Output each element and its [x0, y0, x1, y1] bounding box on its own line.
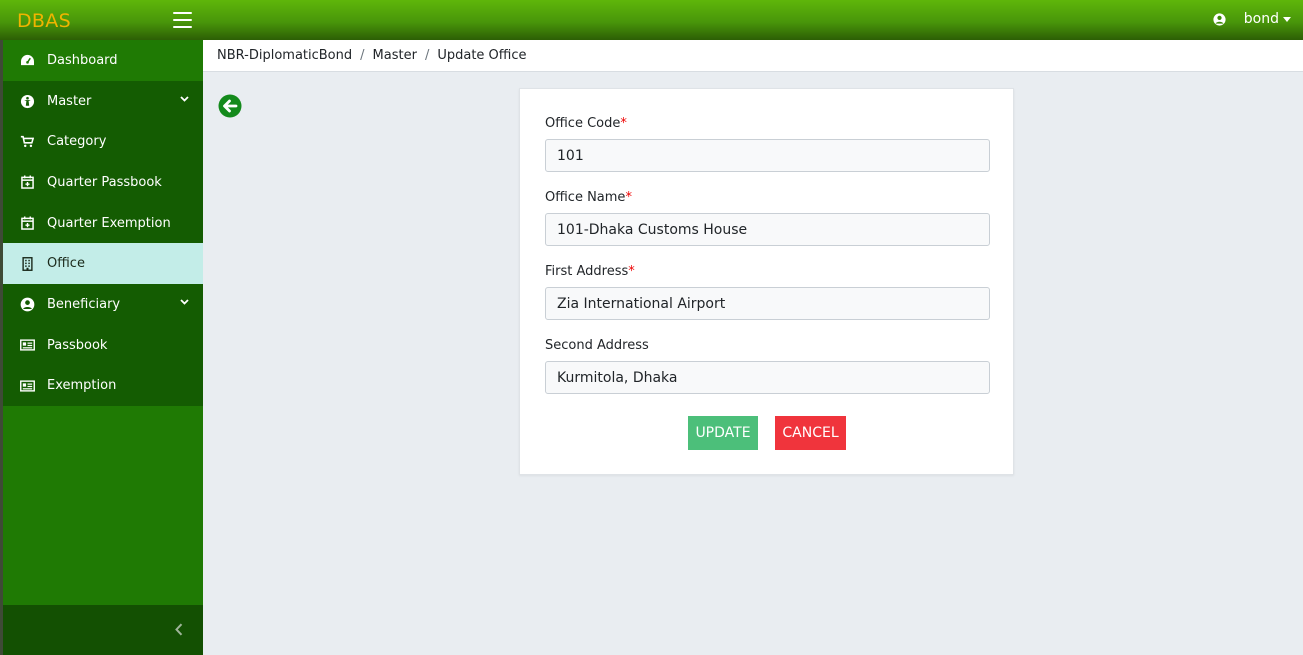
- cancel-button[interactable]: CANCEL: [775, 416, 846, 450]
- dashboard-icon: [19, 52, 35, 68]
- sidebar-item-label: Master: [47, 93, 92, 109]
- calendar-plus-icon: [19, 215, 35, 231]
- chevron-down-icon: [180, 299, 189, 305]
- sidebar-collapse-bar: [3, 605, 203, 655]
- sidebar-item-label: Quarter Exemption: [47, 215, 171, 231]
- breadcrumb-separator: /: [360, 48, 365, 63]
- second-address-input[interactable]: [545, 361, 990, 394]
- office-code-label: Office Code*: [545, 116, 627, 131]
- breadcrumb-master[interactable]: Master: [373, 48, 417, 63]
- update-button[interactable]: UPDATE: [688, 416, 758, 450]
- sidebar-item-label: Passbook: [47, 337, 108, 353]
- office-code-group: Office Code*: [545, 116, 990, 172]
- top-navbar: DBAS bond: [0, 0, 1303, 40]
- sidebar-item-quarter-exemption[interactable]: Quarter Exemption: [3, 203, 203, 244]
- office-name-group: Office Name*: [545, 190, 990, 246]
- sidebar-item-beneficiary[interactable]: Beneficiary: [3, 284, 203, 325]
- sidebar-item-dashboard[interactable]: Dashboard: [3, 40, 203, 81]
- sidebar-item-passbook[interactable]: Passbook: [3, 325, 203, 366]
- sidebar-item-category[interactable]: Category: [3, 121, 203, 162]
- sidebar-item-master[interactable]: Master: [3, 81, 203, 122]
- breadcrumb-current: Update Office: [437, 48, 527, 63]
- first-address-input[interactable]: [545, 287, 990, 320]
- back-arrow-icon[interactable]: [218, 94, 242, 118]
- calendar-plus-icon: [19, 174, 35, 190]
- caret-down-icon: [1283, 16, 1291, 22]
- first-address-label: First Address*: [545, 264, 635, 279]
- office-code-input[interactable]: [545, 139, 990, 172]
- user-circle-icon: [1213, 12, 1226, 26]
- update-office-form: Office Code* Office Name* First Address*…: [519, 88, 1014, 475]
- sidebar-item-exemption[interactable]: Exemption: [3, 366, 203, 407]
- breadcrumb-separator: /: [424, 48, 430, 63]
- hamburger-menu-icon[interactable]: [173, 12, 192, 28]
- brand-logo-text[interactable]: DBAS: [17, 10, 71, 32]
- id-card-icon: [19, 378, 35, 394]
- user-circle-icon: [19, 296, 35, 312]
- user-name: bond: [1243, 11, 1279, 27]
- sidebar-menu: Dashboard Master Category Quarter Passbo…: [3, 40, 203, 407]
- master-icon: [19, 93, 35, 109]
- sidebar-item-label: Exemption: [47, 378, 117, 394]
- sidebar-item-label: Dashboard: [47, 52, 118, 68]
- breadcrumb: NBR-DiplomaticBond / Master / Update Off…: [203, 40, 1303, 72]
- sidebar-item-label: Office: [47, 256, 85, 272]
- second-address-label: Second Address: [545, 338, 649, 353]
- breadcrumb-root[interactable]: NBR-DiplomaticBond: [217, 48, 352, 63]
- sidebar-item-label: Beneficiary: [47, 296, 121, 312]
- chevron-down-icon: [180, 96, 189, 102]
- sidebar-item-quarter-passbook[interactable]: Quarter Passbook: [3, 162, 203, 203]
- sidebar-item-label: Quarter Passbook: [47, 174, 162, 190]
- cart-icon: [19, 134, 35, 150]
- sidebar-item-office[interactable]: Office: [3, 243, 203, 285]
- building-icon: [19, 256, 35, 272]
- second-address-group: Second Address: [545, 338, 990, 394]
- id-card-icon: [19, 337, 35, 353]
- chevron-left-icon[interactable]: [175, 623, 183, 636]
- first-address-group: First Address*: [545, 264, 990, 320]
- user-menu[interactable]: bond: [1213, 11, 1291, 27]
- office-name-label: Office Name*: [545, 190, 632, 205]
- sidebar: Dashboard Master Category Quarter Passbo…: [0, 40, 203, 655]
- office-name-input[interactable]: [545, 213, 990, 246]
- sidebar-item-label: Category: [47, 134, 107, 150]
